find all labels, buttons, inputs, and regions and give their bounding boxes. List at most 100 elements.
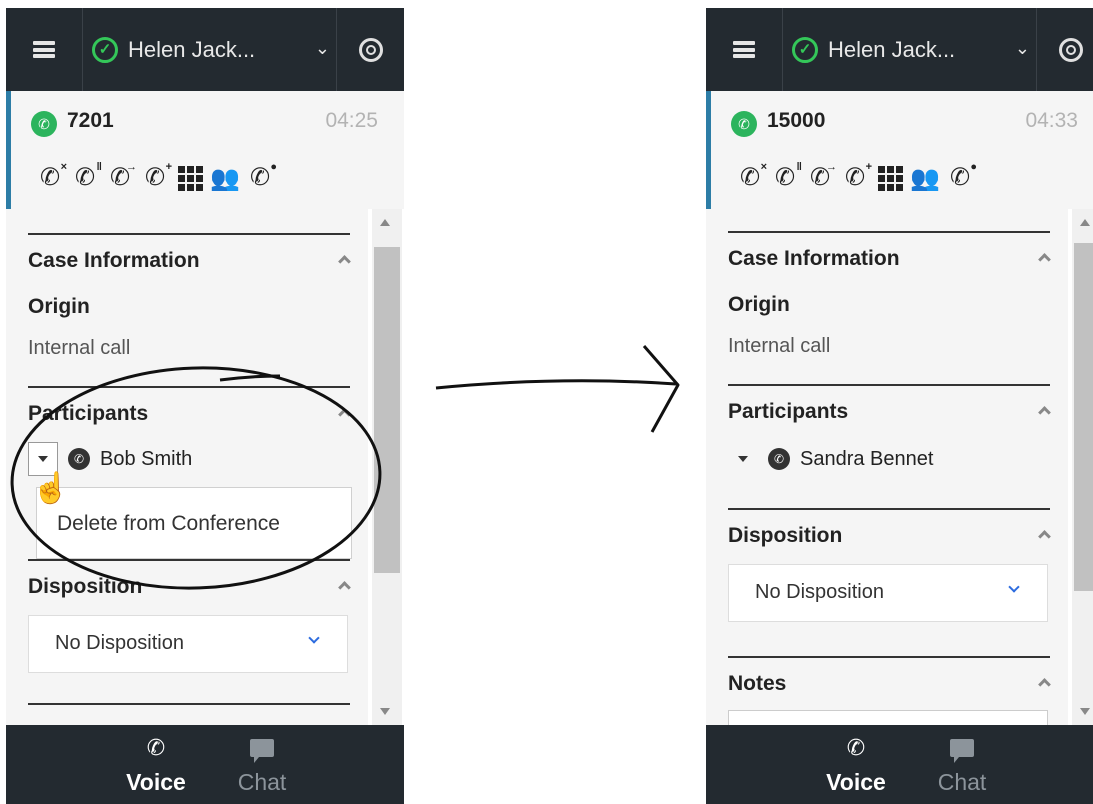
agent-name: Helen Jack... bbox=[128, 36, 256, 62]
section-title: Disposition bbox=[28, 575, 143, 598]
channel-tab-bar: ✆ Voice Chat bbox=[6, 725, 404, 804]
call-action-toolbar: ✆ × ✆ ‖ ✆ → ✆ + 👥 ✆ ● bbox=[737, 161, 977, 193]
origin-label: Origin bbox=[28, 295, 90, 318]
chat-bubble-icon bbox=[912, 733, 1012, 763]
scroll-up-arrow-icon[interactable] bbox=[1080, 219, 1090, 226]
section-title: Case Information bbox=[28, 249, 200, 272]
disposition-value: No Disposition bbox=[755, 581, 884, 603]
hamburger-menu-icon bbox=[733, 41, 755, 58]
record-call-icon[interactable]: ✆ ● bbox=[947, 161, 977, 193]
consult-icon[interactable]: 👥 bbox=[210, 163, 240, 193]
chevron-down-icon bbox=[1009, 585, 1019, 595]
tab-voice[interactable]: ✆ Voice bbox=[806, 733, 906, 796]
ready-status-icon: ✓ bbox=[792, 36, 818, 63]
phone-icon: ✆ bbox=[846, 735, 866, 760]
chevron-up-icon[interactable] bbox=[1038, 676, 1050, 688]
consult-icon[interactable]: 👥 bbox=[910, 163, 940, 193]
support-icon bbox=[1059, 37, 1083, 62]
tab-chat[interactable]: Chat bbox=[212, 733, 312, 796]
end-call-icon[interactable]: ✆ × bbox=[37, 161, 67, 193]
next-section-divider bbox=[28, 703, 350, 725]
chevron-up-icon[interactable] bbox=[1038, 404, 1050, 416]
notes-section: Notes bbox=[728, 656, 1050, 725]
agent-name: Helen Jack... bbox=[828, 36, 956, 62]
hold-call-icon[interactable]: ✆ ‖ bbox=[772, 161, 802, 193]
case-information-section: Case Information Origin Internal call bbox=[728, 231, 1050, 383]
support-button[interactable] bbox=[1036, 8, 1093, 91]
disposition-dropdown[interactable]: No Disposition bbox=[728, 564, 1048, 622]
participant-name: Bob Smith bbox=[100, 447, 193, 470]
scroll-down-arrow-icon[interactable] bbox=[380, 708, 390, 715]
delete-from-conference-menu-item[interactable]: Delete from Conference bbox=[57, 512, 280, 536]
transition-arrow-shaft bbox=[435, 379, 677, 390]
disposition-dropdown[interactable]: No Disposition bbox=[28, 615, 348, 673]
disposition-section: Disposition No Disposition bbox=[28, 559, 350, 701]
vertical-scrollbar[interactable] bbox=[1072, 209, 1093, 725]
participant-call-icon: ✆ bbox=[68, 448, 90, 470]
chevron-down-icon: ⌄ bbox=[314, 38, 330, 58]
record-call-icon[interactable]: ✆ ● bbox=[247, 161, 277, 193]
chevron-down-icon bbox=[309, 636, 319, 646]
tab-chat-label: Chat bbox=[237, 769, 287, 795]
participant-name: Sandra Bennet bbox=[800, 447, 934, 470]
chevron-up-icon[interactable] bbox=[338, 253, 350, 265]
participant-call-icon: ✆ bbox=[768, 448, 790, 470]
support-icon bbox=[359, 37, 383, 62]
chevron-up-icon[interactable] bbox=[338, 406, 350, 418]
main-menu-button[interactable] bbox=[6, 8, 83, 91]
scrollbar-thumb[interactable] bbox=[374, 247, 400, 573]
disposition-section: Disposition No Disposition bbox=[728, 508, 1050, 650]
call-number: 7201 bbox=[67, 109, 114, 132]
origin-value: Internal call bbox=[28, 337, 131, 359]
active-call-icon: ✆ bbox=[731, 111, 757, 137]
transfer-call-icon[interactable]: ✆ → bbox=[107, 161, 137, 193]
notes-textarea[interactable] bbox=[728, 710, 1048, 725]
section-title: Participants bbox=[28, 402, 149, 425]
section-title: Participants bbox=[728, 400, 849, 423]
workspace-panel-before: ✓ Helen Jack... ⌄ ✆ 7201 04:25 ✆ × ✆ ‖ ✆ → … bbox=[6, 8, 404, 804]
chevron-down-icon: ⌄ bbox=[1014, 38, 1030, 58]
interaction-details: Case Information Origin Internal call Pa… bbox=[706, 209, 1068, 725]
tab-voice[interactable]: ✆ Voice bbox=[106, 733, 206, 796]
call-action-toolbar: ✆ × ✆ ‖ ✆ → ✆ + 👥 ✆ ● bbox=[37, 161, 277, 193]
chevron-up-icon[interactable] bbox=[1038, 528, 1050, 540]
support-button[interactable] bbox=[336, 8, 404, 91]
keypad-icon[interactable] bbox=[877, 163, 903, 193]
interaction-details: Case Information Origin Internal call Pa… bbox=[6, 209, 368, 725]
conference-call-icon[interactable]: ✆ + bbox=[842, 161, 872, 193]
call-header: ✆ 15000 04:33 ✆ × ✆ ‖ ✆ → ✆ + 👥 ✆ ● bbox=[706, 91, 1093, 209]
active-call-icon: ✆ bbox=[31, 111, 57, 137]
keypad-icon[interactable] bbox=[177, 163, 203, 193]
participant-menu-button[interactable] bbox=[728, 442, 758, 476]
hold-call-icon[interactable]: ✆ ‖ bbox=[72, 161, 102, 193]
chevron-up-icon[interactable] bbox=[338, 579, 350, 591]
section-title: Disposition bbox=[728, 524, 843, 547]
channel-tab-bar: ✆ Voice Chat bbox=[706, 725, 1093, 804]
conference-call-icon[interactable]: ✆ + bbox=[142, 161, 172, 193]
call-timer: 04:33 bbox=[1025, 109, 1078, 132]
call-header: ✆ 7201 04:25 ✆ × ✆ ‖ ✆ → ✆ + 👥 ✆ ● bbox=[6, 91, 404, 209]
tab-chat[interactable]: Chat bbox=[912, 733, 1012, 796]
section-title: Case Information bbox=[728, 247, 900, 270]
hamburger-menu-icon bbox=[33, 41, 55, 58]
section-title: Notes bbox=[728, 672, 787, 695]
top-bar: ✓ Helen Jack... ⌄ bbox=[6, 8, 404, 91]
participant-row: ✆ Sandra Bennet bbox=[728, 442, 933, 476]
agent-status-dropdown[interactable]: ✓ Helen Jack... ⌄ bbox=[792, 8, 1040, 91]
origin-label: Origin bbox=[728, 293, 790, 316]
chevron-up-icon[interactable] bbox=[1038, 251, 1050, 263]
transfer-call-icon[interactable]: ✆ → bbox=[807, 161, 837, 193]
caret-down-icon bbox=[38, 456, 48, 462]
main-menu-button[interactable] bbox=[706, 8, 783, 91]
scroll-down-arrow-icon[interactable] bbox=[1080, 708, 1090, 715]
origin-value: Internal call bbox=[728, 335, 831, 357]
end-call-icon[interactable]: ✆ × bbox=[737, 161, 767, 193]
transition-arrow-head bbox=[642, 345, 680, 433]
tab-chat-label: Chat bbox=[937, 769, 987, 795]
disposition-value: No Disposition bbox=[55, 632, 184, 654]
vertical-scrollbar[interactable] bbox=[372, 209, 402, 725]
agent-status-dropdown[interactable]: ✓ Helen Jack... ⌄ bbox=[92, 8, 340, 91]
scrollbar-thumb[interactable] bbox=[1074, 243, 1093, 591]
case-information-section: Case Information Origin Internal call bbox=[28, 233, 350, 385]
scroll-up-arrow-icon[interactable] bbox=[380, 219, 390, 226]
